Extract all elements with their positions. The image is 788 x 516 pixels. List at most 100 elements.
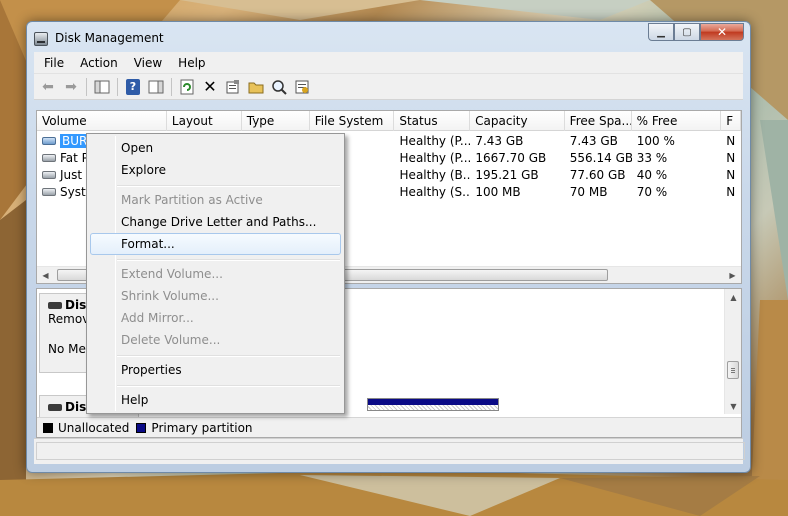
close-button[interactable]: ✕ [700, 23, 744, 41]
context-menu-format[interactable]: Format... [90, 233, 341, 255]
maximize-icon: ▢ [682, 26, 692, 38]
scroll-grip [731, 370, 735, 371]
fault-tolerance-cell: N [726, 167, 736, 182]
scroll-grip [731, 372, 735, 373]
primary-partition-stripe [368, 399, 498, 405]
scroll-left-arrow-icon[interactable]: ◀ [37, 267, 54, 283]
status-bar [34, 438, 745, 464]
settings-button[interactable] [292, 77, 312, 97]
column-header-layout[interactable]: Layout [167, 111, 242, 131]
column-header-fault-tolerance[interactable]: F [721, 111, 741, 131]
volume-icon [42, 153, 56, 162]
disk-2-primary-partition-bar[interactable] [367, 398, 499, 411]
vertical-scroll-thumb[interactable] [727, 361, 739, 379]
back-icon: ⬅ [42, 78, 54, 95]
column-header-status[interactable]: Status [394, 111, 471, 131]
status-cell: Healthy (B... [399, 167, 471, 182]
minimize-button[interactable]: ▁ [648, 23, 674, 41]
menu-view[interactable]: View [126, 56, 170, 70]
forward-icon: ➡ [65, 78, 77, 95]
open-button[interactable] [246, 77, 266, 97]
context-menu-extend-volume[interactable]: Extend Volume... [90, 263, 341, 285]
capacity-cell: 7.43 GB [475, 133, 524, 148]
scroll-up-arrow-icon[interactable]: ▲ [725, 289, 741, 305]
context-menu-separator [117, 355, 340, 357]
column-header-percent-free[interactable]: % Free [632, 111, 722, 131]
context-menu-add-mirror[interactable]: Add Mirror... [90, 307, 341, 329]
help-button[interactable]: ? [123, 77, 143, 97]
removable-volume-icon [42, 136, 56, 145]
caption-buttons: ▁ ▢ ✕ [648, 23, 744, 41]
maximize-button[interactable]: ▢ [674, 23, 700, 41]
volume-name: Fat P [60, 150, 89, 165]
rescan-button[interactable] [269, 77, 289, 97]
context-menu-open[interactable]: Open [90, 137, 341, 159]
volume-context-menu: Open Explore Mark Partition as Active Ch… [86, 133, 345, 414]
disk-drive-icon [48, 403, 62, 411]
capacity-cell: 195.21 GB [475, 167, 539, 182]
free-space-cell: 7.43 GB [569, 133, 618, 148]
context-menu-properties[interactable]: Properties [90, 359, 341, 381]
show-hide-action-pane-button[interactable] [146, 77, 166, 97]
show-hide-console-tree-button[interactable] [92, 77, 112, 97]
search-icon [272, 79, 287, 95]
context-menu-shrink-volume[interactable]: Shrink Volume... [90, 285, 341, 307]
column-header-free-space[interactable]: Free Spa... [565, 111, 632, 131]
menu-bar: File Action View Help [34, 52, 743, 74]
unallocated-swatch [43, 422, 53, 433]
free-space-cell: 70 MB [569, 184, 608, 199]
legend-primary-partition-label: Primary partition [151, 420, 253, 435]
menu-file[interactable]: File [36, 56, 72, 70]
column-header-capacity[interactable]: Capacity [470, 111, 565, 131]
context-menu-help[interactable]: Help [90, 389, 341, 411]
free-space-cell: 556.14 GB [569, 150, 632, 165]
volume-list-header: Volume Layout Type File System Status Ca… [37, 111, 741, 131]
status-cell: Healthy (P... [399, 150, 471, 165]
disk-drive-icon [48, 301, 62, 309]
toolbar-separator [117, 77, 118, 96]
capacity-cell: 100 MB [475, 184, 521, 199]
column-header-volume[interactable]: Volume [37, 111, 167, 131]
disk-pane-vertical-scrollbar[interactable]: ▲ ▼ [724, 289, 741, 414]
context-menu-mark-partition-active[interactable]: Mark Partition as Active [90, 189, 341, 211]
capacity-cell: 1667.70 GB [475, 150, 547, 165]
context-menu-explore[interactable]: Explore [90, 159, 341, 181]
show-hide-action-pane-icon [148, 80, 164, 93]
percent-free-cell: 33 % [636, 150, 668, 165]
toolbar: ⬅ ➡ ? ✕ [34, 74, 743, 100]
forward-button[interactable]: ➡ [61, 77, 81, 97]
partition-legend: Unallocated Primary partition [37, 417, 741, 437]
percent-free-cell: 70 % [636, 184, 668, 199]
status-cell: Healthy (S... [399, 184, 471, 199]
properties-button[interactable] [223, 77, 243, 97]
context-menu-separator [117, 385, 340, 387]
status-cell: Healthy (P... [399, 133, 471, 148]
refresh-button[interactable] [177, 77, 197, 97]
scroll-down-arrow-icon[interactable]: ▼ [725, 398, 741, 414]
help-icon: ? [126, 78, 140, 95]
menu-action[interactable]: Action [72, 56, 126, 70]
scroll-right-arrow-icon[interactable]: ▶ [724, 267, 741, 283]
window-title: Disk Management [55, 31, 164, 45]
column-header-file-system[interactable]: File System [310, 111, 395, 131]
minimize-icon: ▁ [657, 26, 665, 38]
disk-management-app-icon[interactable] [34, 32, 48, 46]
delete-icon: ✕ [203, 77, 217, 96]
fault-tolerance-cell: N [726, 150, 736, 165]
back-button[interactable]: ⬅ [38, 77, 58, 97]
settings-icon [295, 80, 309, 93]
refresh-icon [180, 79, 194, 94]
title-bar[interactable]: Disk Management ▁ ▢ ✕ [27, 22, 750, 52]
context-menu-delete-volume[interactable]: Delete Volume... [90, 329, 341, 351]
toolbar-separator [86, 77, 87, 96]
context-menu-change-drive-letter[interactable]: Change Drive Letter and Paths... [90, 211, 341, 233]
menu-help[interactable]: Help [170, 56, 213, 70]
legend-unallocated-label: Unallocated [58, 420, 130, 435]
percent-free-cell: 100 % [636, 133, 675, 148]
delete-button[interactable]: ✕ [200, 77, 220, 97]
toolbar-separator [171, 77, 172, 96]
column-header-type[interactable]: Type [242, 111, 310, 131]
volume-icon [42, 187, 56, 196]
percent-free-cell: 40 % [636, 167, 668, 182]
primary-partition-swatch [136, 422, 147, 433]
